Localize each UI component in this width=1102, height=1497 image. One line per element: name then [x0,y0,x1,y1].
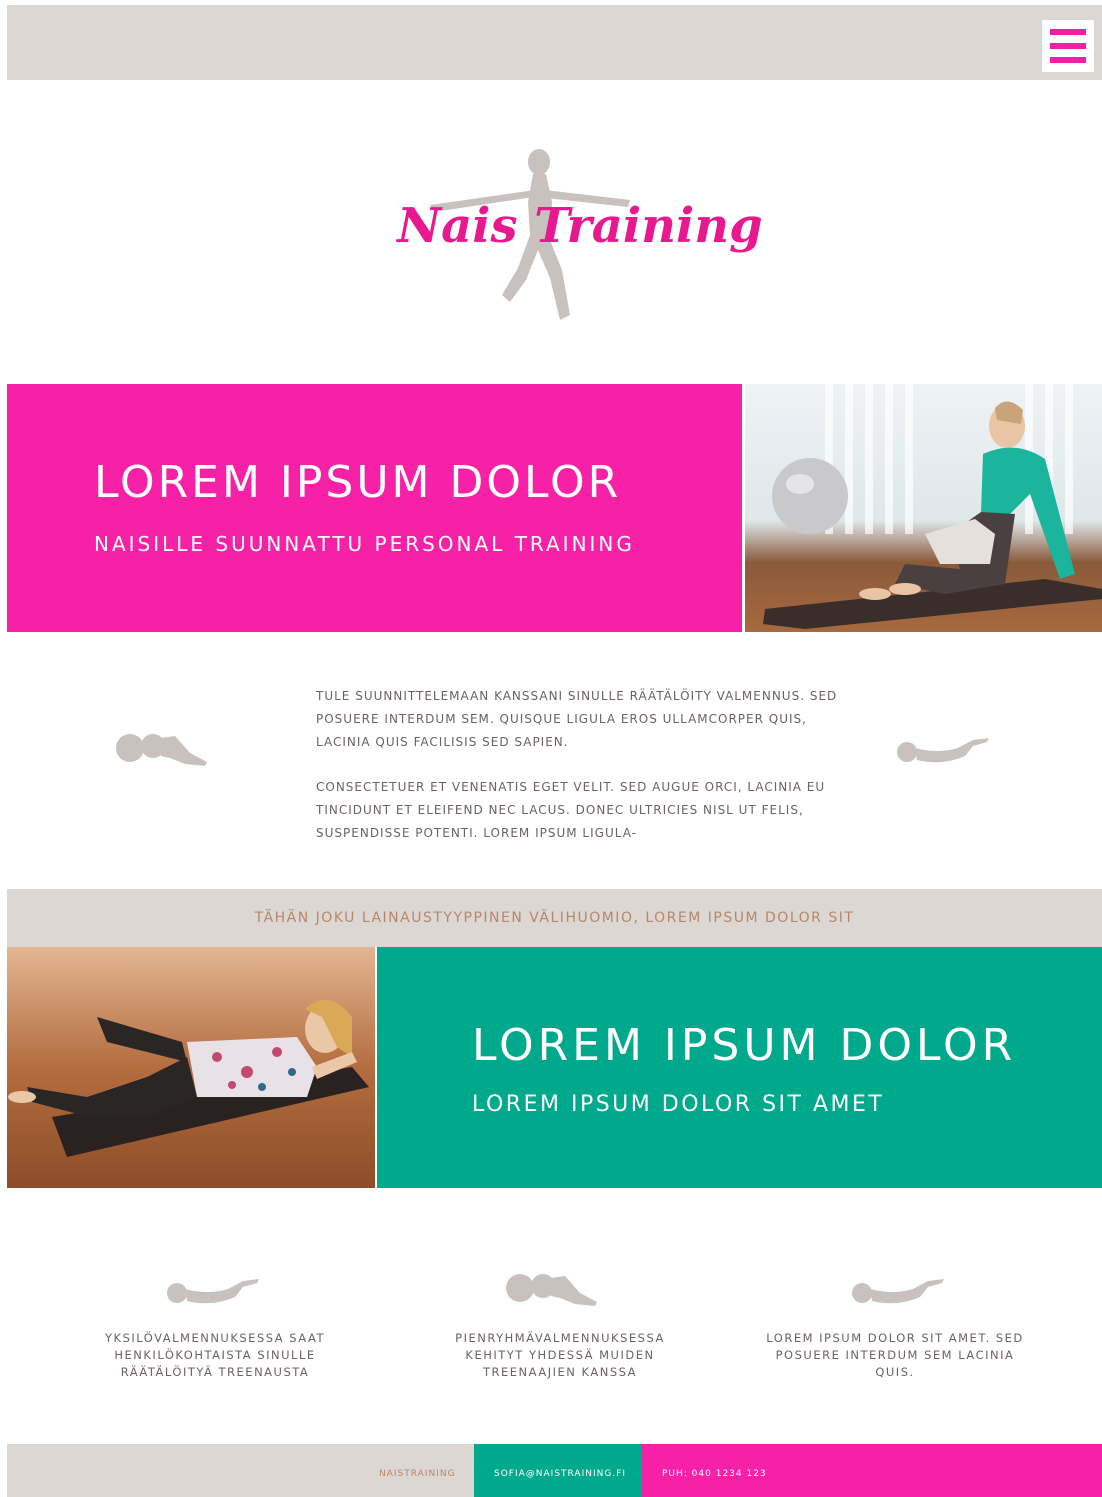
feature-text: LOREM IPSUM DOLOR SIT AMET. SED POSUERE … [766,1331,1024,1379]
intro-paragraph: CONSECTETUER ET VENENATIS EGET VELIT. SE… [316,780,826,840]
hero-secondary-title: LOREM IPSUM DOLOR [472,1020,1017,1071]
quote-band: TÄHÄN JOKU LAINAUSTYYPPINEN VÄLIHUOMIO, … [7,889,1102,947]
intro-paragraph: TULE SUUNNITTELEMAAN KANSSANI SINULLE RÄ… [316,689,838,749]
hamburger-menu-icon [1050,29,1086,35]
hamburger-menu-icon-line [1050,43,1086,49]
footer-phone-block: PUH: 040 1234 123 [642,1444,1102,1497]
feature-text: PIENRYHMÄVALMENNUKSESSA KEHITYT YHDESSÄ … [455,1331,665,1379]
hero-primary-subtitle: NAISILLE SUUNNATTU PERSONAL TRAINING [94,532,635,556]
hero-secondary-photo [7,947,375,1188]
curled-figure-icon [848,1275,948,1307]
kneeling-figure-icon [505,1268,600,1308]
kneeling-figure-icon [115,728,210,768]
logo-text: Nais Training [395,198,762,254]
quote-text: TÄHÄN JOKU LAINAUSTYYPPINEN VÄLIHUOMIO, … [254,910,855,926]
feature-text: YKSILÖVALMENNUKSESSA SAAT HENKILÖKOHTAIS… [105,1331,325,1379]
menu-button[interactable] [1042,20,1094,72]
footer-phone-link[interactable]: PUH: 040 1234 123 [662,1469,767,1479]
top-bar [7,5,1102,80]
intro-text: TULE SUUNNITTELEMAAN KANSSANI SINULLE RÄ… [316,685,856,867]
hero-primary-title: LOREM IPSUM DOLOR [94,457,622,508]
footer-email-block: SOFIA@NAISTRAINING.FI [474,1444,642,1497]
hero-primary-photo [745,384,1102,632]
footer: NAISTRAINING SOFIA@NAISTRAINING.FI PUH: … [7,1444,1102,1497]
footer-email-link[interactable]: SOFIA@NAISTRAINING.FI [494,1469,626,1479]
hero-secondary-subtitle: LOREM IPSUM DOLOR SIT AMET [472,1092,885,1117]
logo-graphic: Nais Training [395,149,763,320]
footer-brand[interactable]: NAISTRAINING [379,1469,456,1479]
curled-figure-icon [893,734,993,766]
site-logo[interactable]: Nais Training [390,130,770,340]
hero-primary: LOREM IPSUM DOLOR NAISILLE SUUNNATTU PER… [7,384,742,632]
curled-figure-icon [163,1275,263,1307]
hamburger-menu-icon-line [1050,57,1086,63]
hero-secondary: LOREM IPSUM DOLOR LOREM IPSUM DOLOR SIT … [377,947,1102,1188]
